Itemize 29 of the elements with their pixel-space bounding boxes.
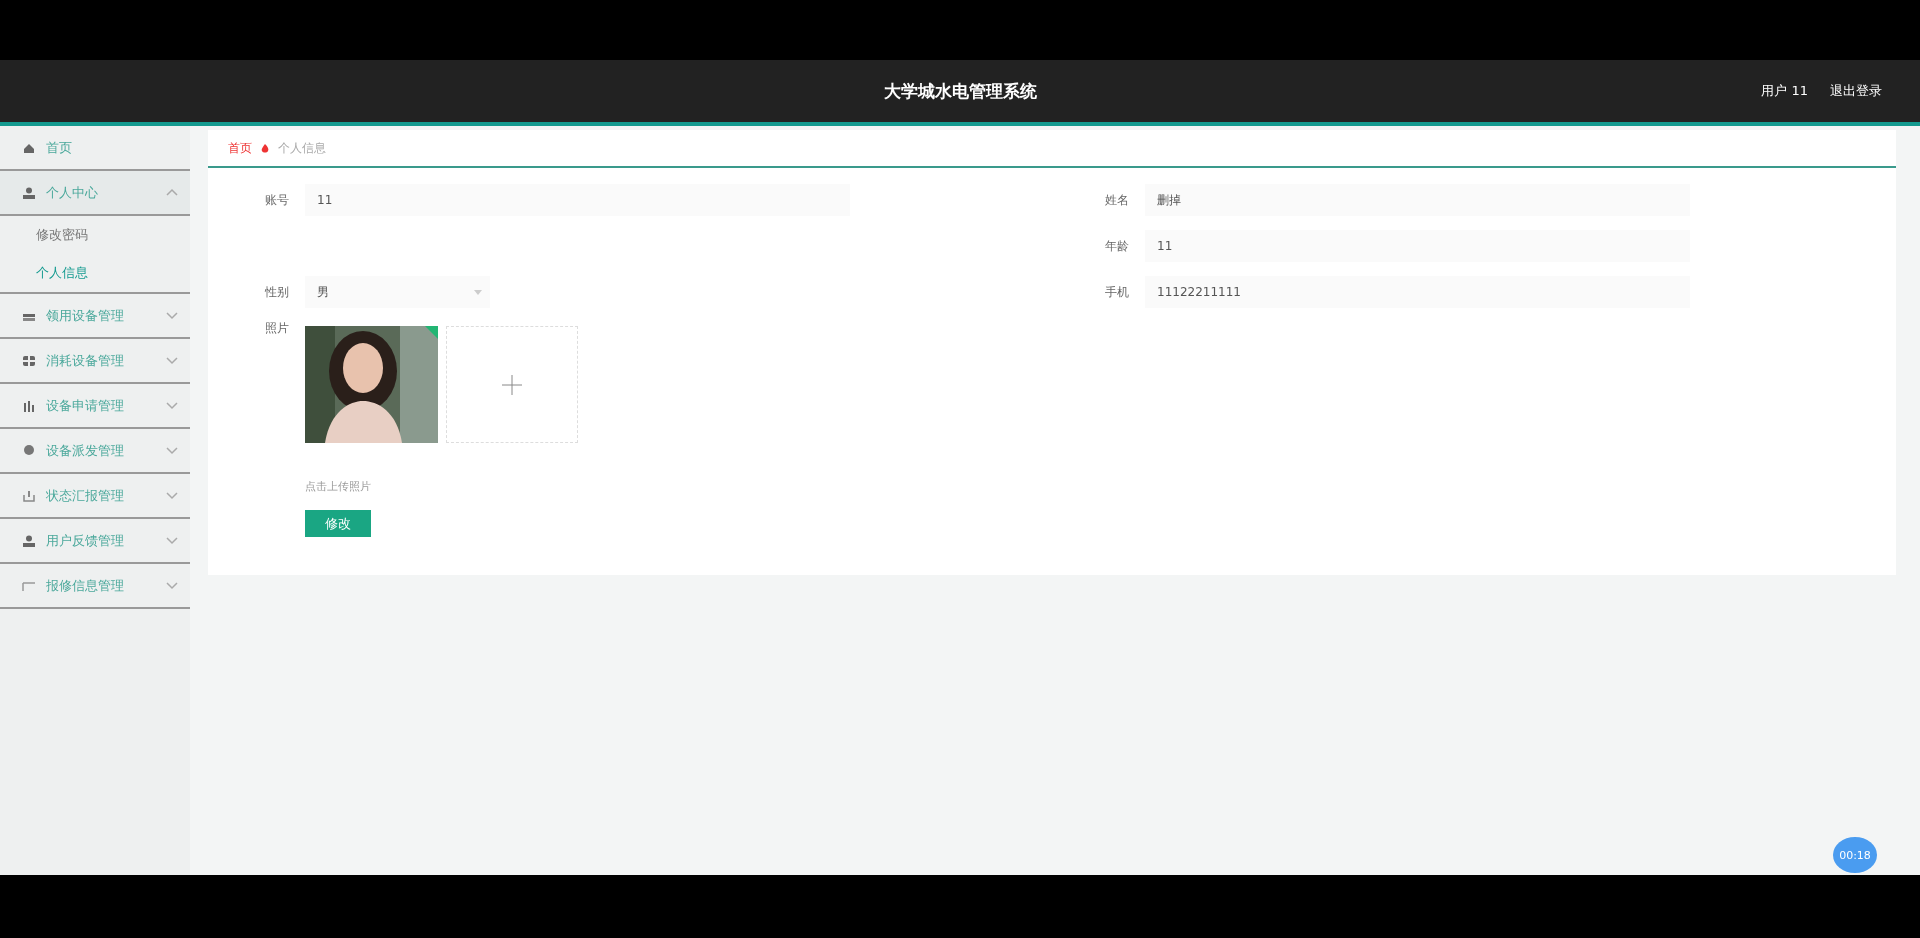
breadcrumb-link[interactable]: 首页	[228, 139, 252, 157]
upload-hint: 点击上传照片	[305, 479, 372, 494]
input-field[interactable]: 11	[1145, 230, 1690, 262]
breadcrumb-current: 个人信息	[278, 139, 326, 157]
submenu-item[interactable]: 个人信息	[0, 254, 190, 292]
submit-button[interactable]: 修改	[305, 510, 371, 537]
menu-icon	[22, 398, 36, 413]
plus-icon	[502, 374, 522, 395]
menu-icon	[22, 353, 36, 368]
field-label: 姓名	[1105, 191, 1130, 209]
menu-icon	[22, 488, 36, 503]
caret-icon	[474, 289, 482, 295]
menu-icon	[22, 443, 36, 458]
submenu-item[interactable]: 修改密码	[0, 216, 190, 254]
user-label: 用户 11	[1761, 82, 1808, 100]
select-field[interactable]: 男	[305, 276, 490, 308]
app-title: 大学城水电管理系统	[883, 79, 1037, 103]
input-field[interactable]: 11122211111	[1145, 276, 1690, 308]
menu-icon	[22, 533, 36, 548]
field-label: 年龄	[1105, 237, 1130, 255]
input-field[interactable]: 删掉	[1145, 184, 1690, 216]
field-label: 手机	[1105, 283, 1130, 301]
field-label: 照片	[265, 320, 290, 337]
input-field[interactable]: 11	[305, 184, 850, 216]
menu-icon	[22, 185, 36, 200]
field-label: 性别	[265, 283, 290, 301]
upload-box[interactable]	[446, 326, 578, 443]
field-label: 账号	[265, 191, 290, 209]
logout-link[interactable]: 退出登录	[1830, 82, 1882, 100]
